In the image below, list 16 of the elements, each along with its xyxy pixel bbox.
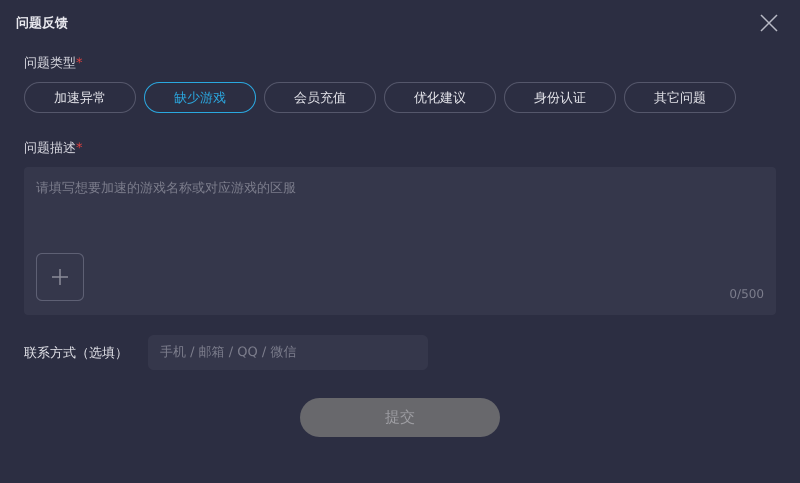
category-option[interactable]: 缺少游戏	[144, 82, 256, 113]
category-option[interactable]: 身份认证	[504, 82, 616, 113]
contact-field[interactable]: 手机 / 邮箱 / QQ / 微信	[148, 335, 428, 370]
category-option[interactable]: 加速异常	[24, 82, 136, 113]
close-icon[interactable]	[760, 14, 778, 32]
field-label: 联系方式（选填）	[24, 344, 128, 362]
category-option[interactable]: 优化建议	[384, 82, 496, 113]
field-label: 问题描述	[24, 141, 76, 156]
required-mark: *	[76, 56, 82, 71]
field-label: 问题类型	[24, 56, 76, 71]
plus-icon	[51, 268, 69, 286]
character-counter: 0/500	[729, 287, 764, 301]
category-option[interactable]: 会员充值	[264, 82, 376, 113]
category-option[interactable]: 其它问题	[624, 82, 736, 113]
required-mark: *	[76, 141, 82, 156]
window-title: 问题反馈	[16, 15, 68, 32]
